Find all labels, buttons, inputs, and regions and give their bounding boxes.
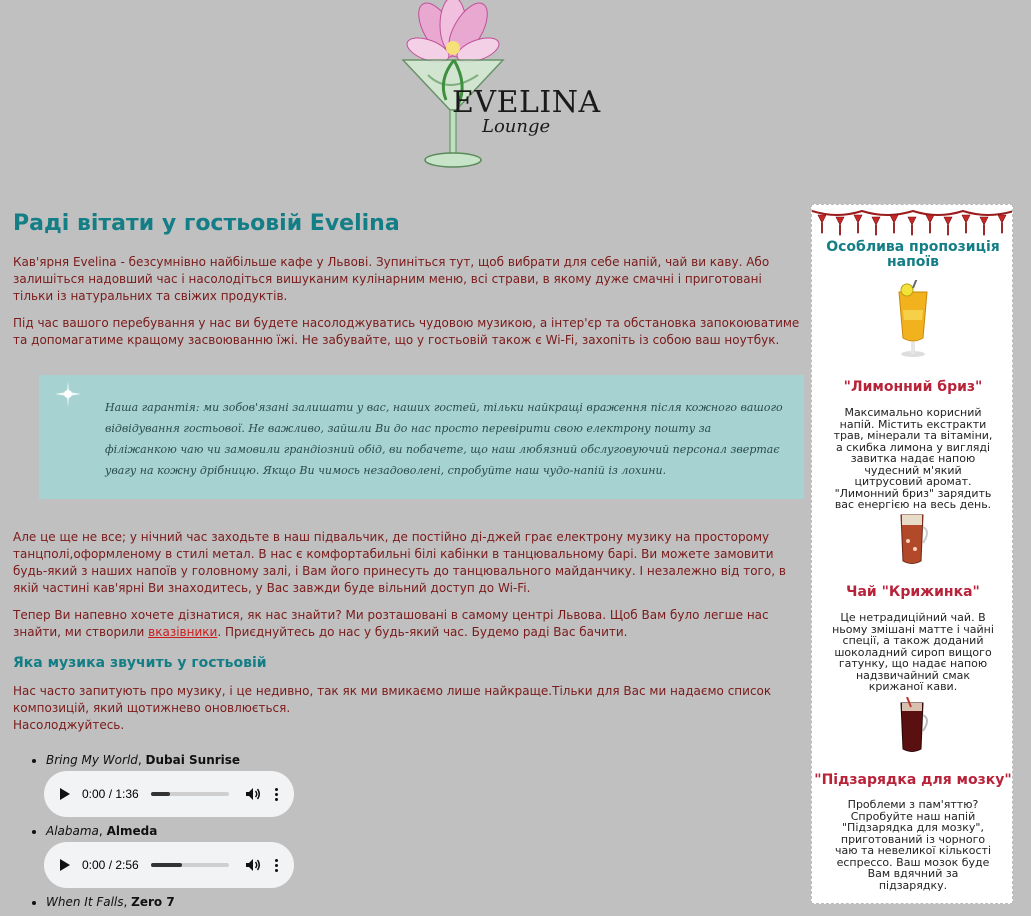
sidebar-title: Особлива пропозиція напоїв [826,239,1000,270]
audio-seek-bar[interactable] [150,792,229,797]
drink-name: "Лимонний бриз" [843,379,983,395]
drink-name: Чай "Крижинка" [846,584,980,600]
list-item: When It Falls, Zero 7 [46,894,803,910]
song-title: Alabama [46,824,99,839]
drink-card: Чай "Крижинка" Це нетрадиційний чай. В н… [812,509,1012,693]
main-content: Раді вітати у гостьовій Evelina Кав'ярня… [13,211,804,916]
drink-description: Максимально корисний напій. Містить екст… [833,406,993,511]
list-item: Alabama, Almeda 0:00 / 2:56 [44,823,803,889]
find-us-text-after: . Приєднуйтесь до нас у будь-який час. Б… [217,625,628,640]
song-title: Bring My World [46,753,138,768]
play-icon[interactable] [60,788,70,801]
song-artist: Almeda [106,824,158,839]
brain-boost-drink-icon [900,697,928,752]
song-list: Bring My World, Dubai Sunrise 0:00 / 1:3… [13,752,803,910]
guarantee-quote: Наша гарантія: ми зобов'язані залишати у… [39,375,804,500]
more-options-icon[interactable] [275,787,278,801]
song-title: When It Falls [46,895,124,910]
site-logo: EVELINA Lounge [388,0,601,175]
lemon-cocktail-icon [898,280,928,357]
drink-card: "Лимонний бриз" Максимально корисний нап… [812,280,1012,511]
drink-description: Це нетрадиційний чай. В ньому змішані ма… [832,611,994,693]
drink-card: "Підзарядка для мозку" Проблеми з пам'ят… [812,697,1012,892]
music-heading: Яка музика звучить у гостьовій [13,655,267,672]
song-separator: , [137,753,146,768]
intro-paragraph-1: Кав'ярня Evelina - безсумнівно найбільше… [13,255,770,304]
more-options-icon[interactable] [275,858,278,872]
find-us-paragraph: Тепер Ви напевно хочете дізнатися, як на… [13,607,803,641]
logo-title: EVELINA [452,85,601,120]
special-drinks-sidebar: Особлива пропозиція напоїв "Лимонний бри… [811,204,1013,904]
audio-seek-progress [150,863,183,868]
audio-seek-progress [150,792,171,797]
audio-time: 0:00 / 1:36 [82,787,139,802]
page-title: Раді вітати у гостьовій Evelina [13,211,400,236]
song-artist: Dubai Sunrise [145,753,241,768]
sparkle-icon [55,381,81,408]
volume-icon[interactable] [245,858,261,872]
logo-subtitle: Lounge [482,116,551,137]
volume-icon[interactable] [245,787,261,801]
audio-time: 0:00 / 2:56 [82,858,139,873]
night-paragraph: Але це ще не все; у нічний час заходьте … [13,530,786,596]
song-artist: Zero 7 [131,895,175,910]
audio-seek-bar[interactable] [150,863,229,868]
music-enjoy: Насолоджуйтесь. [13,718,125,733]
list-item: Bring My World, Dubai Sunrise 0:00 / 1:3… [44,752,803,818]
guarantee-text: Наша гарантія: ми зобов'язані залишати у… [105,401,783,478]
play-icon[interactable] [60,859,70,872]
drink-name: "Підзарядка для мозку" [814,772,1012,788]
iced-tea-icon [900,514,928,564]
audio-player: 0:00 / 1:36 [44,771,294,818]
audio-player: 0:00 / 2:56 [44,842,294,889]
song-separator: , [123,895,132,910]
music-intro: Нас часто запитують про музику, і це нед… [13,684,772,716]
intro-paragraph-2: Під час вашого перебування у нас ви буде… [13,316,800,348]
song-separator: , [98,824,107,839]
drink-description: Проблеми з пам'яттю? Спробуйте наш напій… [834,798,992,892]
directions-link[interactable]: вказівники [148,625,217,639]
